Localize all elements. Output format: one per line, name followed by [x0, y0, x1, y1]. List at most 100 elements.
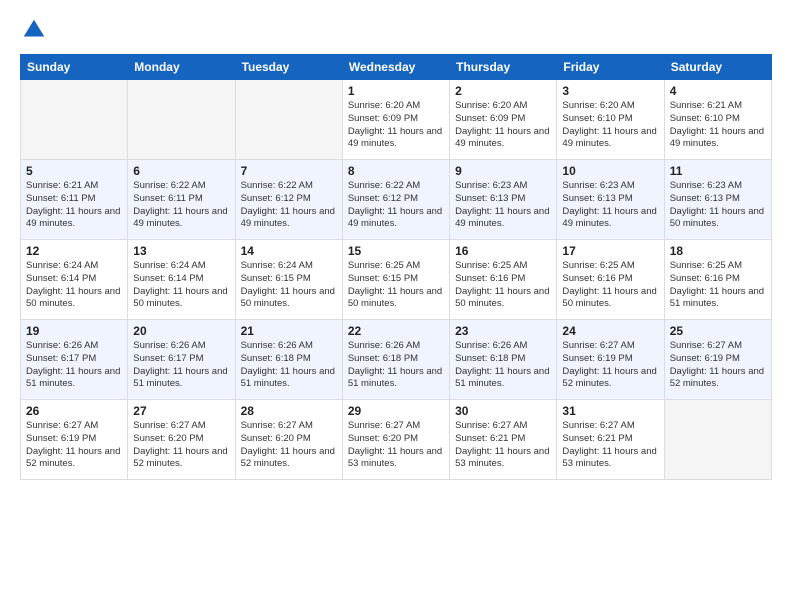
day-number: 17: [562, 244, 658, 258]
day-number: 30: [455, 404, 551, 418]
day-number: 16: [455, 244, 551, 258]
day-number: 24: [562, 324, 658, 338]
day-number: 9: [455, 164, 551, 178]
day-number: 11: [670, 164, 766, 178]
calendar-day-header: Wednesday: [342, 55, 449, 80]
calendar-cell: 4 Sunrise: 6:21 AMSunset: 6:10 PMDaylight…: [664, 80, 771, 160]
logo-icon: [20, 16, 48, 44]
calendar-cell: 20 Sunrise: 6:26 AMSunset: 6:17 PMDayligh…: [128, 320, 235, 400]
calendar-cell: 25Sunrise: 6:27 AMSunset: 6:19 PMDayligh…: [664, 320, 771, 400]
day-number: 20: [133, 324, 229, 338]
logo: [20, 16, 52, 44]
calendar-cell: 7 Sunrise: 6:22 AMSunset: 6:12 PMDaylight…: [235, 160, 342, 240]
day-info: Sunrise: 6:26 AMSunset: 6:18 PMDaylight:…: [348, 340, 444, 391]
calendar-cell: 12 Sunrise: 6:24 AMSunset: 6:14 PMDayligh…: [21, 240, 128, 320]
day-number: 12: [26, 244, 122, 258]
calendar-day-header: Monday: [128, 55, 235, 80]
day-info: Sunrise: 6:27 AMSunset: 6:20 PMDaylight:…: [133, 420, 229, 471]
day-info: Sunrise: 6:20 AMSunset: 6:09 PMDaylight:…: [348, 100, 444, 151]
calendar-cell: 5Sunrise: 6:21 AMSunset: 6:11 PMDaylight…: [21, 160, 128, 240]
day-info: Sunrise: 6:27 AMSunset: 6:21 PMDaylight:…: [455, 420, 551, 471]
day-info: Sunrise: 6:24 AMSunset: 6:15 PMDaylight:…: [241, 260, 337, 311]
day-number: 4: [670, 84, 766, 98]
day-info: Sunrise: 6:20 AMSunset: 6:09 PMDaylight:…: [455, 100, 551, 151]
day-info: Sunrise: 6:21 AMSunset: 6:11 PMDaylight:…: [26, 180, 122, 231]
calendar-week-row: 5Sunrise: 6:21 AMSunset: 6:11 PMDaylight…: [21, 160, 772, 240]
day-info: Sunrise: 6:26 AMSunset: 6:17 PMDaylight:…: [133, 340, 229, 391]
day-number: 25: [670, 324, 766, 338]
day-info: Sunrise: 6:24 AMSunset: 6:14 PMDaylight:…: [26, 260, 122, 311]
calendar-cell: 21 Sunrise: 6:26 AMSunset: 6:18 PMDayligh…: [235, 320, 342, 400]
day-info: Sunrise: 6:23 AMSunset: 6:13 PMDaylight:…: [670, 180, 766, 231]
calendar-cell: [21, 80, 128, 160]
calendar-week-row: 12 Sunrise: 6:24 AMSunset: 6:14 PMDayligh…: [21, 240, 772, 320]
calendar-week-row: 26 Sunrise: 6:27 AMSunset: 6:19 PMDayligh…: [21, 400, 772, 480]
calendar-cell: 24 Sunrise: 6:27 AMSunset: 6:19 PMDayligh…: [557, 320, 664, 400]
day-number: 3: [562, 84, 658, 98]
calendar-cell: 2 Sunrise: 6:20 AMSunset: 6:09 PMDaylight…: [450, 80, 557, 160]
day-info: Sunrise: 6:21 AMSunset: 6:10 PMDaylight:…: [670, 100, 766, 151]
calendar-cell: 11 Sunrise: 6:23 AMSunset: 6:13 PMDayligh…: [664, 160, 771, 240]
day-number: 15: [348, 244, 444, 258]
calendar-cell: 31 Sunrise: 6:27 AMSunset: 6:21 PMDayligh…: [557, 400, 664, 480]
header: [20, 16, 772, 44]
calendar-day-header: Tuesday: [235, 55, 342, 80]
calendar-cell: [235, 80, 342, 160]
calendar-cell: 3 Sunrise: 6:20 AMSunset: 6:10 PMDaylight…: [557, 80, 664, 160]
calendar-cell: 16 Sunrise: 6:25 AMSunset: 6:16 PMDayligh…: [450, 240, 557, 320]
day-number: 7: [241, 164, 337, 178]
day-number: 29: [348, 404, 444, 418]
day-info: Sunrise: 6:25 AMSunset: 6:16 PMDaylight:…: [562, 260, 658, 311]
calendar-cell: 30 Sunrise: 6:27 AMSunset: 6:21 PMDayligh…: [450, 400, 557, 480]
calendar-cell: 18 Sunrise: 6:25 AMSunset: 6:16 PMDayligh…: [664, 240, 771, 320]
calendar-cell: [664, 400, 771, 480]
day-number: 10: [562, 164, 658, 178]
day-info: Sunrise: 6:20 AMSunset: 6:10 PMDaylight:…: [562, 100, 658, 151]
calendar-cell: 26 Sunrise: 6:27 AMSunset: 6:19 PMDayligh…: [21, 400, 128, 480]
day-number: 22: [348, 324, 444, 338]
day-number: 8: [348, 164, 444, 178]
calendar-cell: 14 Sunrise: 6:24 AMSunset: 6:15 PMDayligh…: [235, 240, 342, 320]
calendar-cell: 10 Sunrise: 6:23 AMSunset: 6:13 PMDayligh…: [557, 160, 664, 240]
calendar-day-header: Saturday: [664, 55, 771, 80]
day-info: Sunrise: 6:22 AMSunset: 6:11 PMDaylight:…: [133, 180, 229, 231]
day-number: 31: [562, 404, 658, 418]
day-info: Sunrise: 6:24 AMSunset: 6:14 PMDaylight:…: [133, 260, 229, 311]
day-number: 13: [133, 244, 229, 258]
day-number: 6: [133, 164, 229, 178]
day-number: 27: [133, 404, 229, 418]
calendar-cell: 17 Sunrise: 6:25 AMSunset: 6:16 PMDayligh…: [557, 240, 664, 320]
calendar-day-header: Friday: [557, 55, 664, 80]
calendar-day-header: Thursday: [450, 55, 557, 80]
calendar-cell: 8Sunrise: 6:22 AMSunset: 6:12 PMDaylight…: [342, 160, 449, 240]
day-info: Sunrise: 6:27 AMSunset: 6:19 PMDaylight:…: [562, 340, 658, 391]
calendar-cell: 27 Sunrise: 6:27 AMSunset: 6:20 PMDayligh…: [128, 400, 235, 480]
day-info: Sunrise: 6:23 AMSunset: 6:13 PMDaylight:…: [455, 180, 551, 231]
day-info: Sunrise: 6:25 AMSunset: 6:16 PMDaylight:…: [670, 260, 766, 311]
calendar-cell: 22 Sunrise: 6:26 AMSunset: 6:18 PMDayligh…: [342, 320, 449, 400]
day-info: Sunrise: 6:27 AMSunset: 6:19 PMDaylight:…: [26, 420, 122, 471]
calendar-week-row: 19Sunrise: 6:26 AMSunset: 6:17 PMDayligh…: [21, 320, 772, 400]
day-number: 21: [241, 324, 337, 338]
calendar-cell: 6 Sunrise: 6:22 AMSunset: 6:11 PMDaylight…: [128, 160, 235, 240]
day-number: 14: [241, 244, 337, 258]
day-number: 18: [670, 244, 766, 258]
day-info: Sunrise: 6:25 AMSunset: 6:16 PMDaylight:…: [455, 260, 551, 311]
day-info: Sunrise: 6:22 AMSunset: 6:12 PMDaylight:…: [241, 180, 337, 231]
day-info: Sunrise: 6:27 AMSunset: 6:20 PMDaylight:…: [241, 420, 337, 471]
day-info: Sunrise: 6:23 AMSunset: 6:13 PMDaylight:…: [562, 180, 658, 231]
day-number: 26: [26, 404, 122, 418]
calendar-header-row: SundayMondayTuesdayWednesdayThursdayFrid…: [21, 55, 772, 80]
calendar-cell: [128, 80, 235, 160]
day-number: 2: [455, 84, 551, 98]
day-number: 28: [241, 404, 337, 418]
calendar-cell: 9 Sunrise: 6:23 AMSunset: 6:13 PMDaylight…: [450, 160, 557, 240]
calendar-cell: 1 Sunrise: 6:20 AMSunset: 6:09 PMDaylight…: [342, 80, 449, 160]
day-info: Sunrise: 6:27 AMSunset: 6:20 PMDaylight:…: [348, 420, 444, 471]
day-info: Sunrise: 6:27 AMSunset: 6:21 PMDaylight:…: [562, 420, 658, 471]
day-number: 1: [348, 84, 444, 98]
calendar-week-row: 1 Sunrise: 6:20 AMSunset: 6:09 PMDaylight…: [21, 80, 772, 160]
calendar-cell: 29 Sunrise: 6:27 AMSunset: 6:20 PMDayligh…: [342, 400, 449, 480]
page: SundayMondayTuesdayWednesdayThursdayFrid…: [0, 0, 792, 612]
day-info: Sunrise: 6:26 AMSunset: 6:18 PMDaylight:…: [241, 340, 337, 391]
